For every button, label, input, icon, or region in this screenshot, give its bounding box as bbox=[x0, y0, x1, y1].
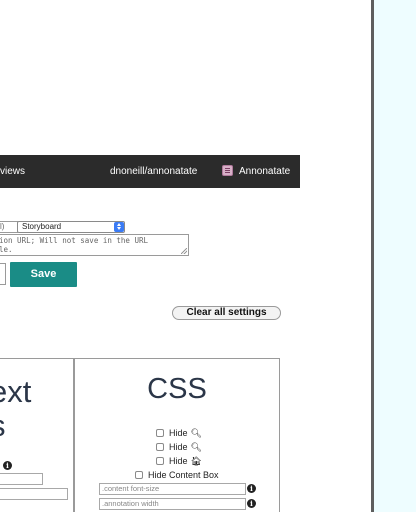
option-label: Hide Content Box bbox=[148, 470, 219, 480]
zoom-in-icon: 🔍︎ bbox=[190, 428, 202, 438]
small-input-field[interactable] bbox=[0, 263, 6, 285]
hide-content-box-checkbox[interactable] bbox=[135, 471, 143, 479]
option-label: Hide bbox=[169, 442, 188, 452]
info-icon[interactable]: i bbox=[247, 499, 256, 508]
hide-zoom-out-checkbox[interactable] bbox=[156, 443, 164, 451]
resize-grip-icon[interactable] bbox=[181, 248, 187, 254]
option-label: Hide bbox=[169, 428, 188, 438]
annonatate-app-icon[interactable] bbox=[222, 165, 233, 176]
hide-content-box-option[interactable]: Hide Content Box bbox=[135, 470, 219, 480]
info-icon[interactable]: i bbox=[3, 461, 12, 470]
hide-zoom-in-option[interactable]: Hide 🔍︎ bbox=[156, 428, 202, 438]
text-setting-input[interactable] bbox=[0, 473, 43, 485]
hide-zoom-out-option[interactable]: Hide 🔍︎ bbox=[156, 442, 202, 452]
nav-app-link[interactable]: Annonatate bbox=[239, 166, 290, 177]
info-icon[interactable]: i bbox=[247, 484, 256, 493]
nav-repo-link[interactable]: dnoneill/annonatate bbox=[110, 166, 197, 177]
nav-views-link[interactable]: views bbox=[0, 166, 25, 177]
annotation-width-input[interactable]: .annotation width bbox=[99, 498, 246, 510]
option-label: Hide bbox=[169, 456, 188, 466]
top-nav-bar: views dnoneill/annonatate Annonatate bbox=[0, 155, 300, 188]
url-textarea-text: ion URL; Will not save in the URL le. bbox=[0, 236, 149, 254]
prev-select-stub[interactable]: l) bbox=[0, 221, 18, 233]
home-icon: 🏠︎ bbox=[190, 456, 202, 466]
css-panel-title: CSS bbox=[147, 373, 207, 405]
view-type-select-value: Storyboard bbox=[22, 222, 62, 231]
hide-zoom-in-checkbox[interactable] bbox=[156, 429, 164, 437]
view-type-select[interactable]: Storyboard bbox=[17, 221, 125, 233]
text-setting-input-wide[interactable] bbox=[0, 488, 68, 500]
side-pane bbox=[371, 0, 416, 512]
text-settings-panel: ext s i bbox=[0, 358, 74, 512]
hide-home-checkbox[interactable] bbox=[156, 457, 164, 465]
select-arrows-icon bbox=[114, 222, 124, 232]
css-settings-panel: CSS Hide 🔍︎ Hide 🔍︎ Hide 🏠︎ Hide Content Bo… bbox=[74, 358, 280, 512]
panel-heading-line2: s bbox=[0, 408, 6, 444]
panel-heading-line1: ext bbox=[0, 374, 32, 409]
save-button[interactable]: Save bbox=[10, 262, 77, 287]
hide-home-option[interactable]: Hide 🏠︎ bbox=[156, 456, 202, 466]
content-font-size-input[interactable]: .content font-size bbox=[99, 483, 246, 495]
zoom-out-icon: 🔍︎ bbox=[190, 442, 202, 452]
url-textarea[interactable]: ion URL; Will not save in the URL le. bbox=[0, 234, 189, 256]
clear-all-settings-button[interactable]: Clear all settings bbox=[172, 306, 281, 320]
